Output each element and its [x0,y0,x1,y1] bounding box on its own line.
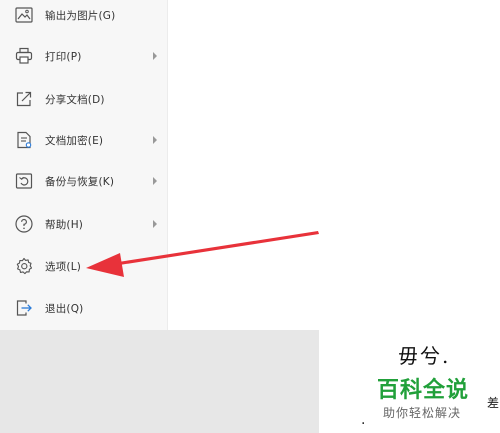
document-dot: . [361,412,366,428]
chevron-right-icon [151,51,159,61]
menu-item-export-image[interactable]: 输出为图片(G) [0,0,168,33]
share-icon [14,89,34,109]
exit-icon [14,298,34,318]
menu-item-label: 文档加密(E) [45,134,104,147]
menu-item-label: 输出为图片(G) [45,9,116,22]
file-menu: 输出为图片(G) 打印(P) 分享文档(D) 文档加密(E) 备份与恢复(K) [0,0,168,330]
menu-item-print[interactable]: 打印(P) [0,38,168,74]
watermark-title: 百科全说 [377,378,470,403]
menu-item-exit[interactable]: 退出(Q) [0,290,168,326]
menu-item-share-document[interactable]: 分享文档(D) [0,81,168,117]
backup-restore-icon [14,171,34,191]
menu-item-label: 备份与恢复(K) [45,175,115,188]
printer-icon [14,46,34,66]
menu-item-label: 帮助(H) [45,218,84,231]
document-lock-icon [14,130,34,150]
help-icon [14,214,34,234]
menu-item-encrypt-document[interactable]: 文档加密(E) [0,122,168,158]
blank-area [168,0,500,330]
document-edge-text: 差 [487,396,500,410]
gear-icon [14,256,34,276]
menu-item-label: 选项(L) [45,260,82,273]
chevron-right-icon [151,219,159,229]
chevron-right-icon [151,135,159,145]
document-text: 毋兮. [398,344,451,368]
menu-item-label: 分享文档(D) [45,93,105,106]
menu-item-label: 退出(Q) [45,302,84,315]
image-export-icon [14,5,34,25]
menu-item-options[interactable]: 选项(L) [0,248,168,284]
watermark-subtitle: 助你轻松解决 [383,406,462,420]
chevron-right-icon [151,176,159,186]
menu-item-help[interactable]: 帮助(H) [0,206,168,242]
menu-item-label: 打印(P) [45,50,82,63]
menu-item-backup-restore[interactable]: 备份与恢复(K) [0,163,168,199]
